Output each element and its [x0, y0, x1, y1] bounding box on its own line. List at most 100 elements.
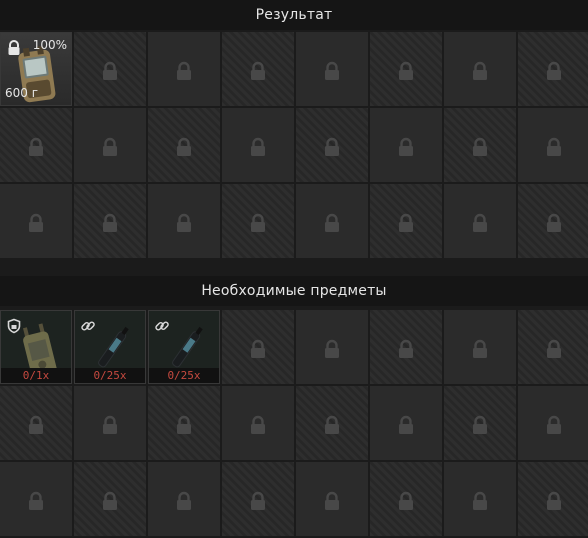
lock-icon	[251, 213, 265, 232]
empty-slot	[444, 310, 516, 384]
empty-slot	[444, 386, 516, 460]
empty-slot	[148, 32, 220, 106]
empty-slot	[222, 386, 294, 460]
empty-slot	[74, 462, 146, 536]
link-icon	[81, 321, 95, 331]
empty-slot	[296, 32, 368, 106]
link-icon	[155, 321, 169, 331]
weight-label: 600 г	[5, 86, 39, 100]
empty-slot	[0, 386, 72, 460]
result-grid: 100% 600 г	[0, 32, 588, 258]
empty-slot	[222, 32, 294, 106]
lock-icon	[177, 61, 191, 80]
lock-icon	[473, 61, 487, 80]
required-item-slot[interactable]: 0/25x	[74, 310, 146, 384]
empty-slot	[370, 184, 442, 258]
lock-icon	[399, 61, 413, 80]
lock-icon	[251, 415, 265, 434]
empty-slot	[370, 32, 442, 106]
item-count-label: 0/25x	[149, 368, 219, 383]
lock-icon	[103, 213, 117, 232]
empty-slot	[444, 108, 516, 182]
result-section-title: Результат	[0, 0, 588, 30]
empty-slot	[444, 184, 516, 258]
lock-icon	[325, 137, 339, 156]
lock-icon	[251, 491, 265, 510]
lock-icon	[177, 491, 191, 510]
required-item-slot[interactable]: 0/25x	[148, 310, 220, 384]
lock-icon	[103, 61, 117, 80]
empty-slot	[148, 108, 220, 182]
empty-slot	[518, 386, 588, 460]
empty-slot	[148, 462, 220, 536]
empty-slot	[74, 32, 146, 106]
lock-icon	[29, 415, 43, 434]
empty-slot	[0, 108, 72, 182]
lock-icon	[325, 491, 339, 510]
lock-icon	[473, 213, 487, 232]
lock-icon	[177, 415, 191, 434]
item-count-label: 0/25x	[75, 368, 145, 383]
empty-slot	[518, 462, 588, 536]
empty-slot	[0, 184, 72, 258]
empty-slot	[74, 108, 146, 182]
empty-slot	[296, 386, 368, 460]
empty-slot	[518, 32, 588, 106]
empty-slot	[148, 184, 220, 258]
lock-icon	[325, 213, 339, 232]
empty-slot	[518, 310, 588, 384]
lock-icon	[399, 415, 413, 434]
empty-slot	[518, 108, 588, 182]
lock-icon	[29, 491, 43, 510]
empty-slot	[518, 184, 588, 258]
lock-icon	[473, 415, 487, 434]
lock-icon	[399, 137, 413, 156]
empty-slot	[296, 310, 368, 384]
empty-slot	[444, 32, 516, 106]
empty-slot	[222, 108, 294, 182]
lock-icon	[547, 491, 561, 510]
empty-slot	[74, 386, 146, 460]
lock-icon	[103, 415, 117, 434]
lock-icon	[177, 137, 191, 156]
durability-label: 100%	[32, 38, 67, 52]
result-item-slot[interactable]: 100% 600 г	[0, 32, 72, 106]
empty-slot	[296, 108, 368, 182]
lock-icon	[547, 415, 561, 434]
crafting-window: Результат 100% 600 г Необходимые предмет…	[0, 0, 588, 538]
empty-slot	[444, 462, 516, 536]
lock-icon	[29, 137, 43, 156]
lock-icon	[103, 137, 117, 156]
required-grid: 0/1x 0/25x 0/25x	[0, 310, 588, 536]
required-item-slot[interactable]: 0/1x	[0, 310, 72, 384]
lock-icon	[103, 491, 117, 510]
lock-icon	[547, 61, 561, 80]
lock-icon	[547, 137, 561, 156]
lock-icon	[399, 339, 413, 358]
empty-slot	[296, 462, 368, 536]
lock-icon	[547, 213, 561, 232]
lock-icon	[251, 339, 265, 358]
item-count-label: 0/1x	[1, 368, 71, 383]
empty-slot	[296, 184, 368, 258]
lock-icon	[29, 213, 43, 232]
empty-slot	[0, 462, 72, 536]
lock-icon	[325, 61, 339, 80]
empty-slot	[222, 462, 294, 536]
empty-slot	[370, 386, 442, 460]
lock-icon	[251, 61, 265, 80]
lock-icon	[547, 339, 561, 358]
lock-icon	[177, 213, 191, 232]
empty-slot	[370, 108, 442, 182]
empty-slot	[370, 462, 442, 536]
lock-icon	[399, 213, 413, 232]
lock-icon	[473, 137, 487, 156]
empty-slot	[222, 184, 294, 258]
required-section-title: Необходимые предметы	[0, 276, 588, 306]
shield-icon	[7, 318, 21, 334]
lock-icon	[473, 491, 487, 510]
lock-icon	[325, 415, 339, 434]
lock-icon	[473, 339, 487, 358]
empty-slot	[370, 310, 442, 384]
empty-slot	[74, 184, 146, 258]
